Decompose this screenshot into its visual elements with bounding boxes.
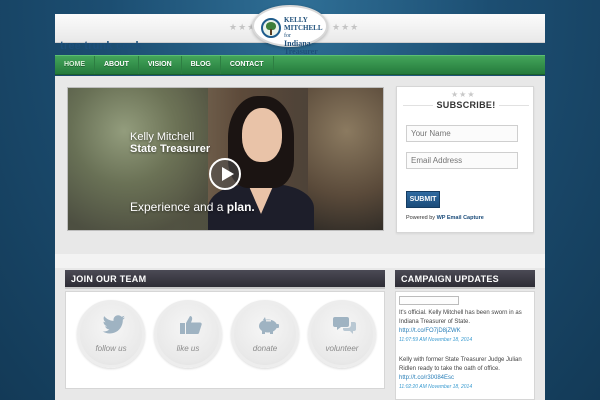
tweet-text: It's official. Kelly Mitchell has been s… (399, 310, 522, 325)
video-player[interactable]: Kelly Mitchell State Treasurer Experienc… (67, 87, 384, 231)
video-background-right (308, 88, 383, 230)
donate-label: donate (252, 344, 278, 353)
nav-item-contact[interactable]: CONTACT (221, 56, 274, 74)
tweet-text: Kelly with former State Treasurer Judge … (399, 357, 522, 372)
like-us-label: like us (176, 344, 200, 353)
campaign-updates-panel: It's official. Kelly Mitchell has been s… (395, 291, 535, 400)
tweet-item: Kelly with former State Treasurer Judge … (399, 356, 531, 392)
video-candidate-title: State Treasurer (130, 143, 211, 155)
main-nav: HOME ABOUT VISION BLOG CONTACT (55, 55, 545, 75)
powered-by-text: Powered by WP Email Capture (406, 215, 484, 221)
page-wrapper: ★★★ ★★★ KELLY MITCHELL for Indiana Treas… (55, 5, 545, 400)
donate-button[interactable]: donate (231, 300, 299, 368)
subscribe-stars: ★★★ (451, 90, 476, 99)
speech-bubbles-icon (333, 317, 356, 334)
subscribe-widget: ★★★ SUBSCRIBE! SUBMIT Powered by WP Emai… (396, 86, 534, 233)
nav-item-home[interactable]: HOME (55, 56, 95, 74)
name-input[interactable] (406, 125, 518, 142)
site-header: ★★★ ★★★ KELLY MITCHELL for Indiana Treas… (55, 5, 545, 56)
join-team-heading: JOIN OUR TEAM (65, 270, 385, 289)
like-us-button[interactable]: like us (154, 300, 222, 368)
site-tagline: tree trunk cock (60, 40, 142, 52)
tweet-timestamp: 11:02:20 AM November 18, 2014 (399, 384, 473, 390)
tweet-timestamp: 11:07:59 AM November 18, 2014 (399, 337, 473, 343)
section-divider (55, 254, 545, 268)
tweet-item: It's official. Kelly Mitchell has been s… (399, 309, 531, 345)
tree-seal-icon (261, 18, 281, 38)
join-team-panel: follow us like us donate volunteer (65, 291, 385, 389)
follow-us-button[interactable]: follow us (77, 300, 145, 368)
submit-button[interactable]: SUBMIT (406, 191, 440, 208)
video-candidate-name: Kelly Mitchell (130, 131, 195, 143)
nav-item-vision[interactable]: VISION (139, 56, 182, 74)
tweet-widget-box (399, 296, 459, 305)
thumbs-up-icon (180, 316, 202, 334)
header-stars-right: ★★★ (332, 22, 360, 32)
candidate-face (242, 108, 282, 162)
subscribe-title: SUBSCRIBE! (407, 100, 525, 110)
follow-us-label: follow us (95, 344, 127, 353)
email-input[interactable] (406, 152, 518, 169)
volunteer-button[interactable]: volunteer (308, 300, 376, 368)
logo-text: KELLY MITCHELL for Indiana Treasurer (284, 16, 323, 56)
piggy-bank-icon (259, 317, 279, 334)
tweet-link[interactable]: http://t.co/r3lXl84Esc (399, 374, 531, 383)
nav-item-about[interactable]: ABOUT (95, 56, 139, 74)
wp-email-capture-link[interactable]: WP Email Capture (437, 215, 484, 221)
site-logo[interactable]: KELLY MITCHELL for Indiana Treasurer (252, 5, 328, 56)
video-slogan: Experience and a plan. (130, 200, 255, 214)
volunteer-label: volunteer (325, 344, 359, 353)
twitter-bird-icon (102, 315, 126, 334)
tweet-link[interactable]: http://t.co/FO7jD8jZWK (399, 327, 531, 336)
main-content: Kelly Mitchell State Treasurer Experienc… (55, 76, 545, 400)
play-button-icon[interactable] (209, 158, 241, 190)
campaign-updates-heading: CAMPAIGN UPDATES (395, 270, 535, 289)
nav-item-blog[interactable]: BLOG (182, 56, 221, 74)
